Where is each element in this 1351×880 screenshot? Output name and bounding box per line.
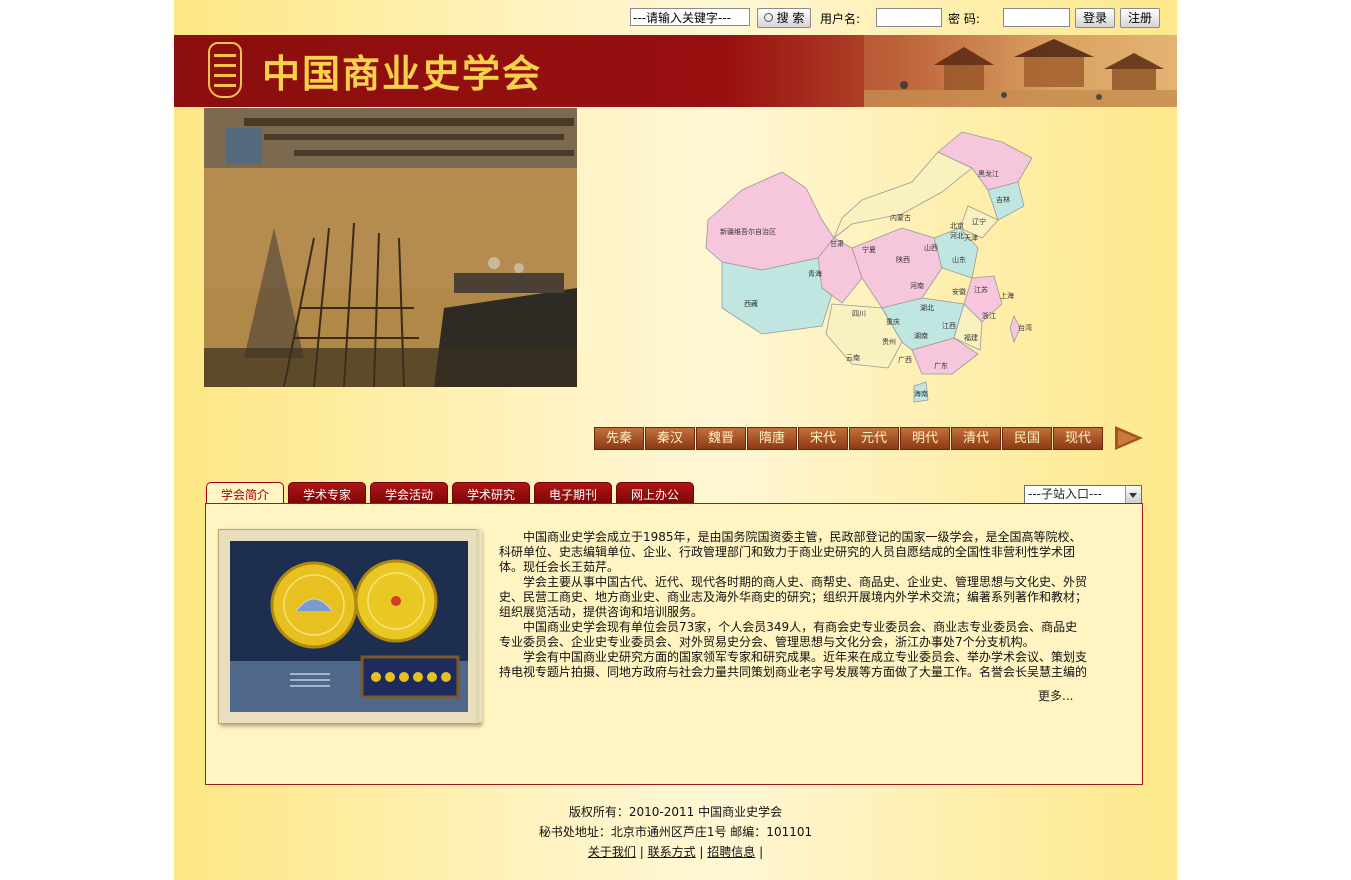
password-field[interactable] bbox=[1003, 8, 1070, 27]
intro-photo-frame bbox=[218, 529, 480, 724]
intro-panel: 中国商业史学会成立于1985年，是由国务院国资委主管，民政部登记的国家一级学会，… bbox=[205, 503, 1143, 785]
dynasty-item-weijin[interactable]: 魏晋 bbox=[696, 427, 746, 450]
top-bar: 搜 索 用户名: 密 码: 登录 注册 bbox=[174, 0, 1177, 36]
logo-seal bbox=[208, 42, 242, 98]
page-container: 搜 索 用户名: 密 码: 登录 注册 中国商业史学会 bbox=[174, 0, 1177, 880]
svg-text:甘肃: 甘肃 bbox=[830, 239, 844, 248]
dynasty-nav: 先秦 秦汉 魏晋 隋唐 宋代 元代 明代 清代 民国 现代 bbox=[594, 427, 1104, 450]
svg-text:广东: 广东 bbox=[934, 361, 948, 370]
svg-text:河北: 河北 bbox=[950, 232, 964, 240]
svg-text:四川: 四川 bbox=[852, 310, 866, 318]
svg-text:青海: 青海 bbox=[808, 269, 822, 278]
username-field[interactable] bbox=[876, 8, 942, 27]
footer-copyright: 版权所有：2010-2011 中国商业史学会 bbox=[568, 805, 783, 819]
svg-text:福建: 福建 bbox=[964, 333, 978, 342]
tab-intro[interactable]: 学会简介 bbox=[206, 482, 284, 504]
password-label: 密 码: bbox=[948, 12, 980, 26]
footer: 版权所有：2010-2011 中国商业史学会 秘书处地址：北京市通州区芦庄1号 … bbox=[174, 802, 1177, 862]
footer-link-contact[interactable]: 联系方式 bbox=[648, 845, 696, 859]
username-label: 用户名: bbox=[820, 12, 861, 26]
banner-painting bbox=[864, 35, 1177, 107]
svg-text:贵州: 贵州 bbox=[882, 337, 896, 346]
svg-text:陕西: 陕西 bbox=[896, 255, 910, 264]
search-button-label: 搜 索 bbox=[776, 11, 805, 25]
site-banner: 中国商业史学会 bbox=[174, 35, 1177, 107]
frame-shadow bbox=[476, 529, 482, 722]
footer-address: 秘书处地址：北京市通州区芦庄1号 邮编：101101 bbox=[538, 825, 813, 839]
dynasty-item-suitang[interactable]: 隋唐 bbox=[747, 427, 797, 450]
video-player[interactable] bbox=[204, 108, 577, 387]
svg-text:安徽: 安徽 bbox=[952, 287, 966, 296]
section-tabs: 学会简介 学术专家 学会活动 学术研究 电子期刊 网上办公 bbox=[206, 482, 698, 504]
search-button[interactable]: 搜 索 bbox=[757, 8, 811, 28]
dynasty-item-minguo[interactable]: 民国 bbox=[1002, 427, 1052, 450]
site-title: 中国商业史学会 bbox=[262, 51, 543, 96]
svg-text:山东: 山东 bbox=[952, 255, 966, 264]
svg-text:上海: 上海 bbox=[1000, 291, 1014, 300]
dynasty-item-qinhan[interactable]: 秦汉 bbox=[645, 427, 695, 450]
svg-text:北京: 北京 bbox=[950, 221, 964, 230]
svg-text:海南: 海南 bbox=[914, 389, 928, 398]
svg-text:江苏: 江苏 bbox=[974, 285, 988, 294]
svg-text:湖北: 湖北 bbox=[920, 303, 934, 312]
svg-text:山西: 山西 bbox=[924, 243, 938, 252]
svg-text:西藏: 西藏 bbox=[744, 299, 758, 308]
dynasty-item-qing[interactable]: 清代 bbox=[951, 427, 1001, 450]
intro-paragraph: 中国商业史学会现有单位会员73家，个人会员349人，有商会史专业委员会、商业志专… bbox=[499, 620, 1078, 649]
footer-links: 关于我们 | 联系方式 | 招聘信息 | bbox=[587, 845, 764, 859]
tab-ejournal[interactable]: 电子期刊 bbox=[534, 482, 612, 504]
subsite-select-value: ---子站入口--- bbox=[1028, 487, 1102, 501]
dynasty-item-xianqin[interactable]: 先秦 bbox=[594, 427, 644, 450]
svg-text:重庆: 重庆 bbox=[886, 317, 900, 326]
svg-text:辽宁: 辽宁 bbox=[972, 217, 986, 226]
intro-text: 中国商业史学会成立于1985年，是由国务院国资委主管，民政部登记的国家一级学会，… bbox=[499, 530, 1089, 680]
commemorative-coins-image bbox=[230, 541, 468, 712]
svg-text:天津: 天津 bbox=[964, 234, 978, 242]
svg-text:吉林: 吉林 bbox=[996, 195, 1010, 204]
more-link[interactable]: 更多... bbox=[1038, 687, 1073, 704]
next-arrow-highlight bbox=[1118, 430, 1137, 446]
search-input[interactable] bbox=[630, 8, 750, 26]
subsite-select[interactable]: ---子站入口--- bbox=[1024, 485, 1142, 504]
footer-link-jobs[interactable]: 招聘信息 bbox=[707, 845, 755, 859]
intro-paragraph: 中国商业史学会成立于1985年，是由国务院国资委主管，民政部登记的国家一级学会，… bbox=[499, 530, 1082, 574]
intro-paragraph: 学会主要从事中国古代、近代、现代各时期的商人史、商帮史、商品史、企业史、管理思想… bbox=[499, 575, 1088, 619]
dynasty-item-ming[interactable]: 明代 bbox=[900, 427, 950, 450]
svg-text:内蒙古: 内蒙古 bbox=[890, 213, 911, 222]
dynasty-item-song[interactable]: 宋代 bbox=[798, 427, 848, 450]
tab-experts[interactable]: 学术专家 bbox=[288, 482, 366, 504]
svg-text:广西: 广西 bbox=[898, 355, 912, 364]
search-icon bbox=[763, 13, 773, 22]
dynasty-item-yuan[interactable]: 元代 bbox=[849, 427, 899, 450]
svg-text:宁夏: 宁夏 bbox=[862, 245, 876, 254]
svg-text:河南: 河南 bbox=[910, 281, 924, 290]
svg-text:云南: 云南 bbox=[846, 353, 860, 362]
tab-activities[interactable]: 学会活动 bbox=[370, 482, 448, 504]
footer-link-about[interactable]: 关于我们 bbox=[588, 845, 636, 859]
svg-text:浙江: 浙江 bbox=[982, 311, 996, 320]
china-map[interactable]: 黑龙江吉林辽宁 内蒙古新疆维吾尔自治区西藏 青海 甘肃宁夏 陕西 山西 河北 北京天津… bbox=[702, 128, 1044, 406]
register-button[interactable]: 注册 bbox=[1120, 8, 1160, 28]
dynasty-item-modern[interactable]: 现代 bbox=[1053, 427, 1103, 450]
svg-text:新疆维吾尔自治区: 新疆维吾尔自治区 bbox=[720, 227, 776, 236]
svg-text:台湾: 台湾 bbox=[1018, 323, 1032, 332]
intro-paragraph: 学会有中国商业史研究方面的国家领军专家和研究成果。近年来在成立专业委员会、举办学… bbox=[499, 650, 1088, 679]
login-button[interactable]: 登录 bbox=[1075, 8, 1115, 28]
svg-text:湖南: 湖南 bbox=[914, 331, 928, 340]
tab-research[interactable]: 学术研究 bbox=[452, 482, 530, 504]
tab-online-office[interactable]: 网上办公 bbox=[616, 482, 694, 504]
chevron-down-icon bbox=[1125, 486, 1141, 503]
svg-text:江西: 江西 bbox=[942, 322, 956, 330]
svg-text:黑龙江: 黑龙江 bbox=[978, 169, 999, 178]
